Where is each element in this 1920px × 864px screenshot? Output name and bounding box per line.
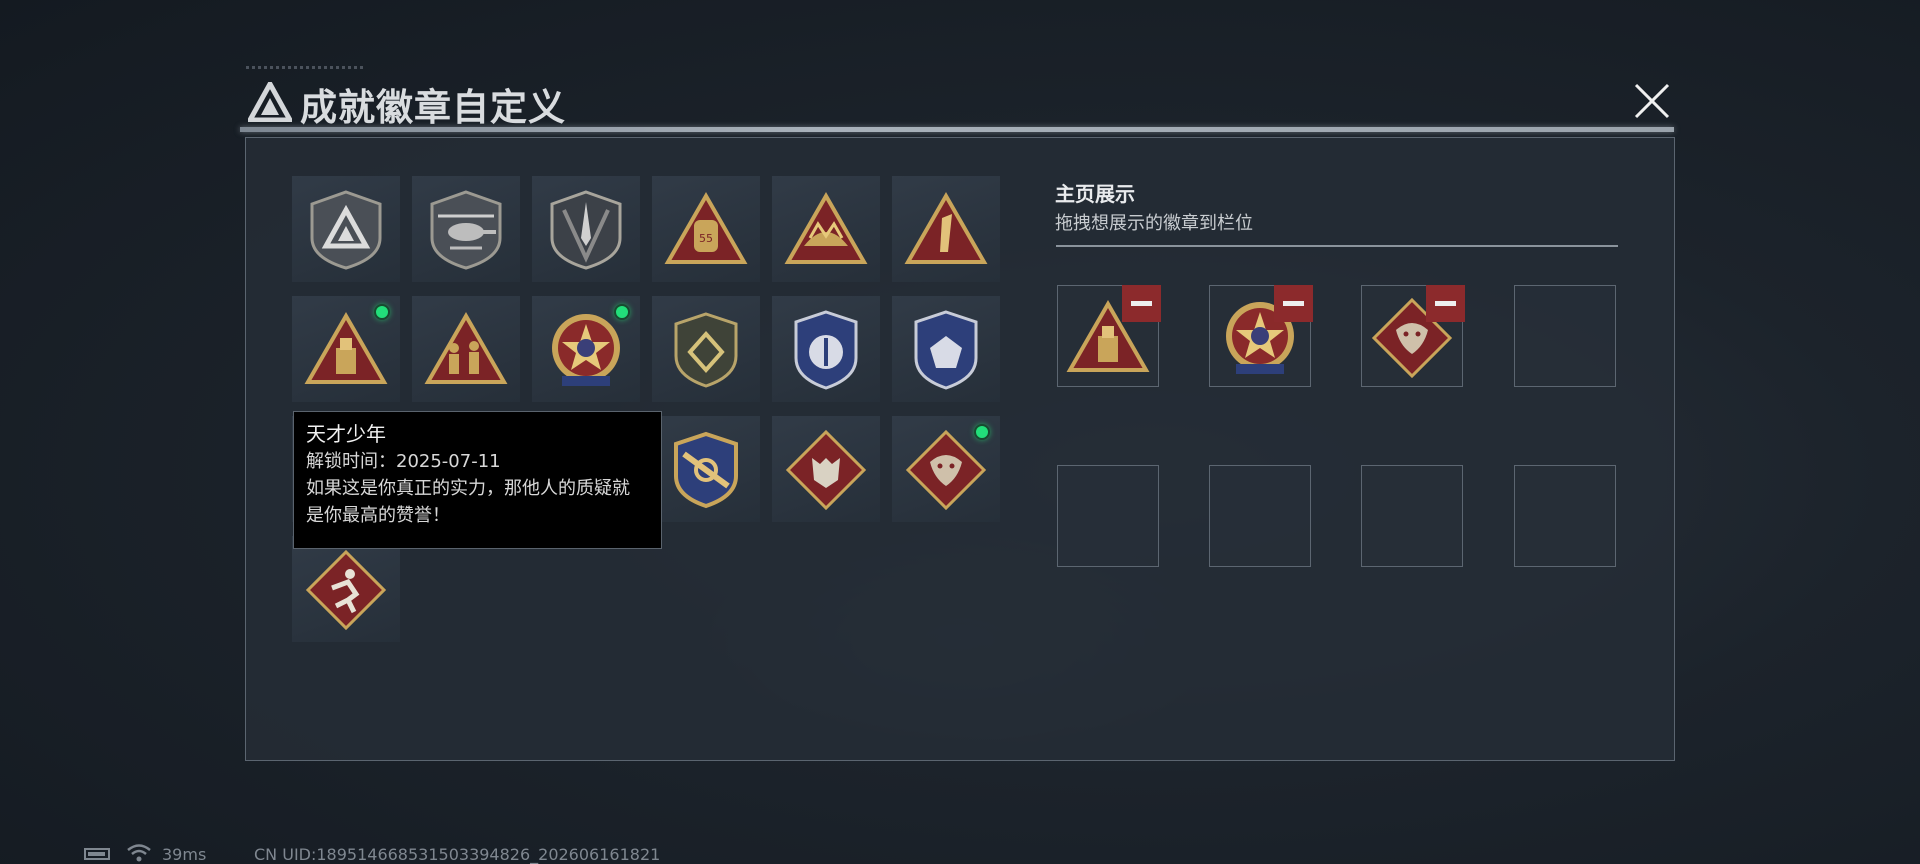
helicopter-badge-icon bbox=[430, 190, 502, 270]
wifi-icon bbox=[127, 844, 151, 862]
showcase-slot-empty[interactable] bbox=[1514, 465, 1616, 567]
dagger-shield-badge-icon bbox=[550, 190, 622, 270]
remove-badge-button[interactable] bbox=[1426, 285, 1465, 322]
badge-tile[interactable]: 55 bbox=[652, 176, 760, 282]
wolf-diamond-badge-icon bbox=[785, 429, 867, 511]
badge-tile[interactable] bbox=[532, 296, 640, 402]
soldiers-triangle-badge-icon bbox=[424, 311, 508, 384]
badge-tile[interactable] bbox=[412, 176, 520, 282]
battery-icon bbox=[84, 848, 110, 860]
showcase-slot-empty[interactable] bbox=[1361, 465, 1463, 567]
showcase-slot-empty[interactable] bbox=[1514, 285, 1616, 387]
gold-55-badge-icon: 55 bbox=[664, 191, 748, 264]
star-medal-badge-icon bbox=[552, 314, 620, 386]
showcase-slot-empty[interactable] bbox=[1209, 465, 1311, 567]
badge-tile[interactable] bbox=[772, 176, 880, 282]
dialog-title: 成就徽章自定义 bbox=[300, 86, 566, 129]
badge-tile[interactable] bbox=[892, 296, 1000, 402]
showcase-title: 主页展示 bbox=[1055, 182, 1135, 206]
badge-tile[interactable] bbox=[292, 536, 400, 642]
dragon-diamond-badge-icon bbox=[905, 429, 987, 511]
showcase-slot-empty[interactable] bbox=[1057, 465, 1159, 567]
showcase-slot[interactable] bbox=[1057, 285, 1161, 387]
tooltip-description-line-1: 如果这是你真正的实力，那他人的质疑就 bbox=[306, 478, 630, 499]
badge-tile[interactable] bbox=[772, 296, 880, 402]
runner-diamond-badge-icon bbox=[305, 549, 387, 631]
tooltip-description-line-2: 是你最高的赞誉！ bbox=[306, 505, 450, 526]
diamond-shield-badge-icon bbox=[674, 312, 738, 388]
badge-tile[interactable] bbox=[652, 296, 760, 402]
remove-badge-button[interactable] bbox=[1122, 285, 1161, 322]
new-badge-indicator bbox=[614, 304, 630, 320]
usb-triangle-badge-icon bbox=[304, 311, 388, 384]
showcase-slot[interactable] bbox=[1209, 285, 1313, 387]
uid-label: CN UID:1895146685315033948​26_2026061618… bbox=[254, 845, 661, 864]
crossed-shield-badge-icon bbox=[674, 431, 738, 509]
badge-tile[interactable] bbox=[412, 296, 520, 402]
badge-tile[interactable] bbox=[892, 416, 1000, 522]
showcase-divider bbox=[1056, 245, 1618, 247]
badge-tile[interactable] bbox=[892, 176, 1000, 282]
showcase-slot[interactable] bbox=[1361, 285, 1465, 387]
badge-tile[interactable] bbox=[292, 296, 400, 402]
tooltip-unlock-time: 解锁时间：2025-07-11 bbox=[306, 451, 501, 472]
svg-text:55: 55 bbox=[699, 232, 713, 245]
crown-triangle-badge-icon bbox=[784, 191, 868, 264]
dialog-header: 成就徽章自定义 bbox=[240, 66, 1674, 132]
new-badge-indicator bbox=[974, 424, 990, 440]
badge-tooltip: 天才少年 解锁时间：2025-07-11 如果这是你真正的实力，那他人的质疑就 … bbox=[293, 411, 662, 549]
showcase-subtitle: 拖拽想展示的徽章到栏位 bbox=[1055, 213, 1253, 234]
blue-shield-b-badge-icon bbox=[914, 310, 978, 390]
badge-tile[interactable] bbox=[292, 176, 400, 282]
number-one-badge-icon bbox=[904, 191, 988, 264]
close-button[interactable] bbox=[1631, 80, 1673, 122]
remove-badge-button[interactable] bbox=[1274, 285, 1313, 322]
header-microtext bbox=[246, 66, 366, 69]
ping-label: 39ms bbox=[162, 845, 207, 864]
badge-tile[interactable] bbox=[772, 416, 880, 522]
blue-shield-a-badge-icon bbox=[794, 310, 858, 390]
new-badge-indicator bbox=[374, 304, 390, 320]
game-logo-icon bbox=[248, 82, 292, 122]
header-divider bbox=[240, 127, 1674, 132]
tooltip-title: 天才少年 bbox=[306, 422, 386, 446]
triangle-emblem-badge-icon bbox=[310, 190, 382, 270]
badge-tile[interactable] bbox=[652, 416, 760, 522]
badge-tile[interactable] bbox=[532, 176, 640, 282]
